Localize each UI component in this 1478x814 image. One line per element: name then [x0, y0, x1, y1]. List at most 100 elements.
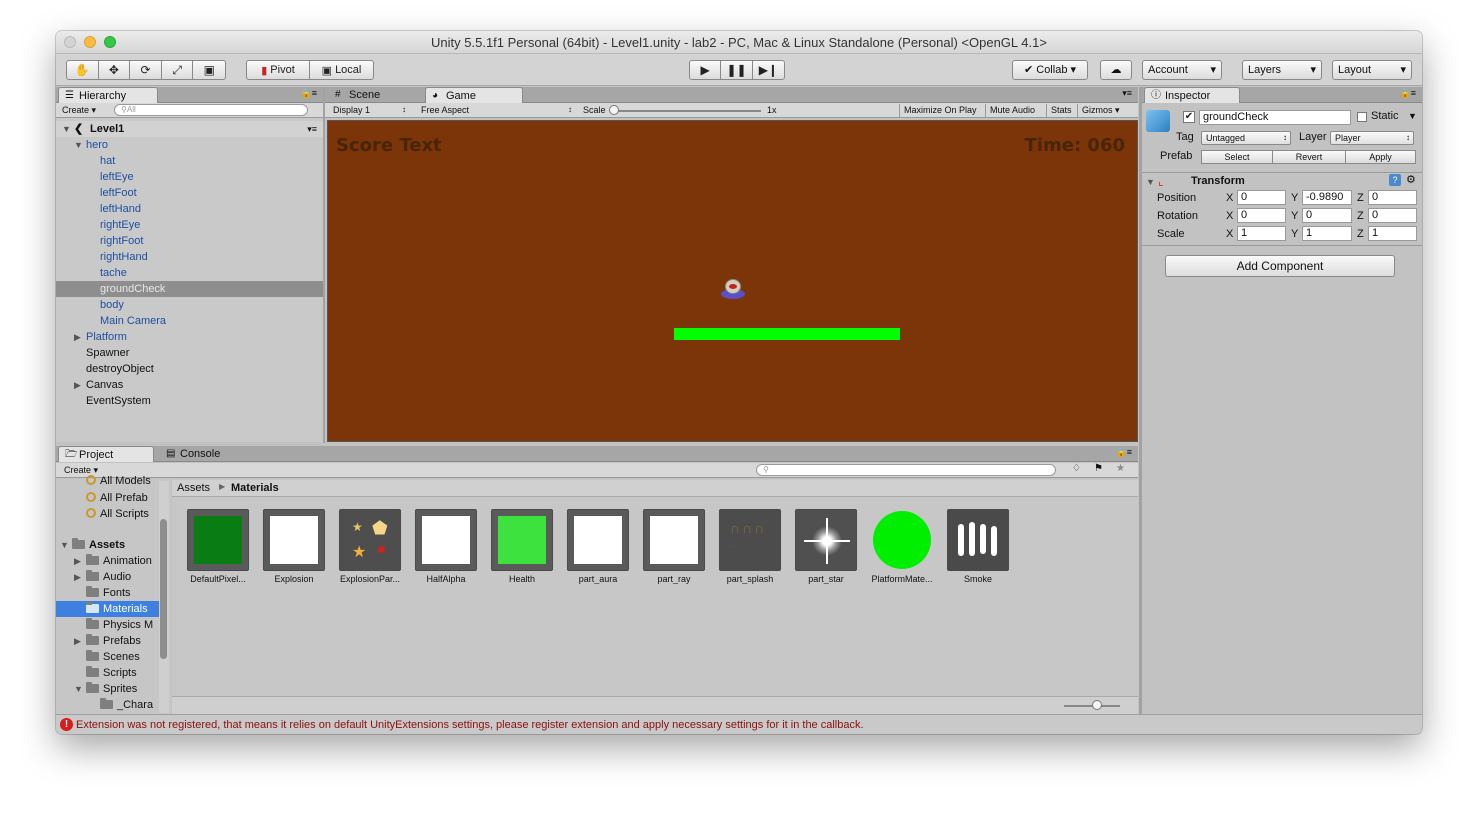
prefab-revert-button[interactable]: Revert	[1272, 150, 1346, 164]
filter-label-icon[interactable]: ⚑	[1094, 463, 1103, 474]
asset-item[interactable]: HalfAlpha	[410, 509, 482, 584]
favorite-all-models[interactable]: All Models	[86, 474, 151, 486]
breadcrumb-assets[interactable]: Assets	[177, 482, 210, 494]
local-button[interactable]: ▣ Local	[310, 61, 373, 79]
mute-audio-toggle[interactable]: Mute Audio	[985, 104, 1039, 117]
panel-splitter[interactable]	[323, 87, 325, 443]
help-icon[interactable]: ?	[1389, 174, 1401, 186]
tree-item[interactable]: rightEye	[100, 217, 140, 233]
breadcrumb-materials[interactable]: Materials	[231, 482, 279, 494]
tree-item[interactable]: rightFoot	[100, 233, 143, 249]
tree-item-canvas[interactable]: ▶ Canvas	[74, 377, 123, 393]
prefab-select-button[interactable]: Select	[1201, 150, 1273, 164]
transform-header[interactable]: Transform	[1191, 175, 1245, 187]
pause-button[interactable]: ❚❚	[721, 61, 753, 79]
hierarchy-search-input[interactable]: ⚲All	[114, 104, 308, 116]
expand-arrow-icon[interactable]: ▼	[62, 121, 71, 137]
folder-item[interactable]: ▼ Sprites	[74, 681, 137, 697]
pivot-button[interactable]: ▮ Pivot	[247, 61, 311, 79]
tab-scene[interactable]: # Scene	[329, 87, 419, 103]
favorite-star-icon[interactable]: ★	[1116, 463, 1125, 474]
tree-item-selected[interactable]: groundCheck	[56, 281, 323, 297]
stats-toggle[interactable]: Stats	[1046, 104, 1076, 117]
asset-item[interactable]: PlatformMate...	[866, 509, 938, 584]
account-dropdown[interactable]: Account ▾	[1142, 60, 1222, 80]
tab-game[interactable]: ◕ Game	[425, 87, 523, 103]
folder-item[interactable]: ▶ Prefabs	[74, 633, 141, 649]
expand-arrow-icon[interactable]: ▼	[60, 537, 69, 553]
layout-dropdown[interactable]: Layout ▾	[1332, 60, 1412, 80]
folder-item-selected[interactable]: Materials	[56, 601, 159, 617]
scale-tool-icon[interactable]: ⤢	[162, 61, 194, 79]
tree-item[interactable]: Main Camera	[100, 313, 166, 329]
asset-item[interactable]: Smoke	[942, 509, 1014, 584]
project-search-input[interactable]: ⚲	[756, 464, 1056, 476]
expand-arrow-icon[interactable]: ▼	[74, 681, 83, 697]
rotation-y-field[interactable]: 0	[1302, 208, 1352, 223]
asset-item[interactable]: Explosion	[258, 509, 330, 584]
tab-inspector[interactable]: ⓘ Inspector	[1144, 87, 1240, 103]
tree-item[interactable]: EventSystem	[86, 393, 151, 409]
asset-item[interactable]: part_ray	[638, 509, 710, 584]
position-z-field[interactable]: 0	[1368, 190, 1417, 205]
folder-item[interactable]: ▶ Animation	[74, 553, 152, 569]
play-button[interactable]: ▶	[690, 61, 722, 79]
scale-z-field[interactable]: 1	[1368, 226, 1417, 241]
lock-icon[interactable]: 🔒≡	[1400, 88, 1416, 99]
menu-icon[interactable]: ▾≡	[1122, 88, 1132, 99]
aspect-select[interactable]: Free Aspect	[417, 104, 575, 118]
tree-item[interactable]: leftFoot	[100, 185, 137, 201]
scene-row[interactable]: ▼ ❮ Level1 ▾≡	[56, 121, 323, 137]
tree-item[interactable]: leftEye	[100, 169, 134, 185]
collapse-arrow-icon[interactable]: ▶	[74, 633, 81, 649]
prefab-apply-button[interactable]: Apply	[1345, 150, 1416, 164]
tab-hierarchy[interactable]: ☰ Hierarchy	[58, 87, 158, 103]
asset-item[interactable]: DefaultPixel...	[182, 509, 254, 584]
game-view[interactable]: Score Text Time: 060	[327, 120, 1138, 442]
position-x-field[interactable]: 0	[1237, 190, 1286, 205]
assets-root[interactable]: ▼ Assets	[60, 537, 125, 553]
folder-item[interactable]: Physics M	[86, 617, 153, 633]
folder-scrollbar-thumb[interactable]	[160, 519, 167, 659]
collapse-arrow-icon[interactable]: ▶	[74, 569, 81, 585]
asset-item[interactable]: ★ ⬟ ★ ExplosionPar...	[334, 509, 406, 584]
rotation-z-field[interactable]: 0	[1368, 208, 1417, 223]
tree-item[interactable]: hat	[100, 153, 115, 169]
lock-icon[interactable]: 🔒≡	[301, 88, 317, 99]
folder-item[interactable]: Scripts	[86, 665, 137, 681]
panel-splitter[interactable]	[1139, 87, 1142, 714]
close-window-button[interactable]	[64, 36, 76, 48]
tab-console[interactable]: ▤ Console	[160, 446, 250, 462]
collab-button[interactable]: ✔ Collab ▾	[1012, 60, 1088, 80]
gear-icon[interactable]: ⚙	[1406, 173, 1416, 186]
tree-item[interactable]: destroyObject	[86, 361, 154, 377]
active-checkbox[interactable]: ✔	[1183, 111, 1195, 123]
tree-item-hero[interactable]: ▼ hero	[74, 137, 108, 153]
folder-item[interactable]: Scenes	[86, 649, 140, 665]
hand-tool-icon[interactable]: ✋	[67, 61, 99, 79]
scale-y-field[interactable]: 1	[1302, 226, 1352, 241]
zoom-window-button[interactable]	[104, 36, 116, 48]
folder-item[interactable]: ▶ Audio	[74, 569, 131, 585]
tree-item[interactable]: leftHand	[100, 201, 141, 217]
add-component-button[interactable]: Add Component	[1165, 255, 1395, 277]
cloud-button[interactable]: ☁	[1100, 60, 1132, 80]
menu-icon[interactable]: ▾≡	[307, 121, 317, 137]
collapse-arrow-icon[interactable]: ▶	[74, 329, 81, 345]
asset-item[interactable]: part_aura	[562, 509, 634, 584]
asset-item[interactable]: Health	[486, 509, 558, 584]
hierarchy-create-button[interactable]: Create ▾	[62, 104, 102, 117]
layers-dropdown[interactable]: Layers ▾	[1242, 60, 1322, 80]
filter-type-icon[interactable]: ♢	[1072, 463, 1081, 474]
asset-item[interactable]: ∩∩∩ ⋅⋅ ⋅ part_splash	[714, 509, 786, 584]
folder-item[interactable]: _Chara	[100, 697, 153, 713]
lock-icon[interactable]: 🔒≡	[1116, 447, 1132, 458]
expand-arrow-icon[interactable]: ▼	[74, 137, 83, 153]
collapse-arrow-icon[interactable]: ▶	[74, 553, 81, 569]
collapse-arrow-icon[interactable]: ▶	[74, 377, 81, 393]
tree-item-platform[interactable]: ▶ Platform	[74, 329, 127, 345]
move-tool-icon[interactable]: ✥	[99, 61, 131, 79]
step-button[interactable]: ▶❙	[753, 61, 784, 79]
rotate-tool-icon[interactable]: ⟳	[130, 61, 162, 79]
object-name-field[interactable]: groundCheck	[1199, 110, 1351, 125]
